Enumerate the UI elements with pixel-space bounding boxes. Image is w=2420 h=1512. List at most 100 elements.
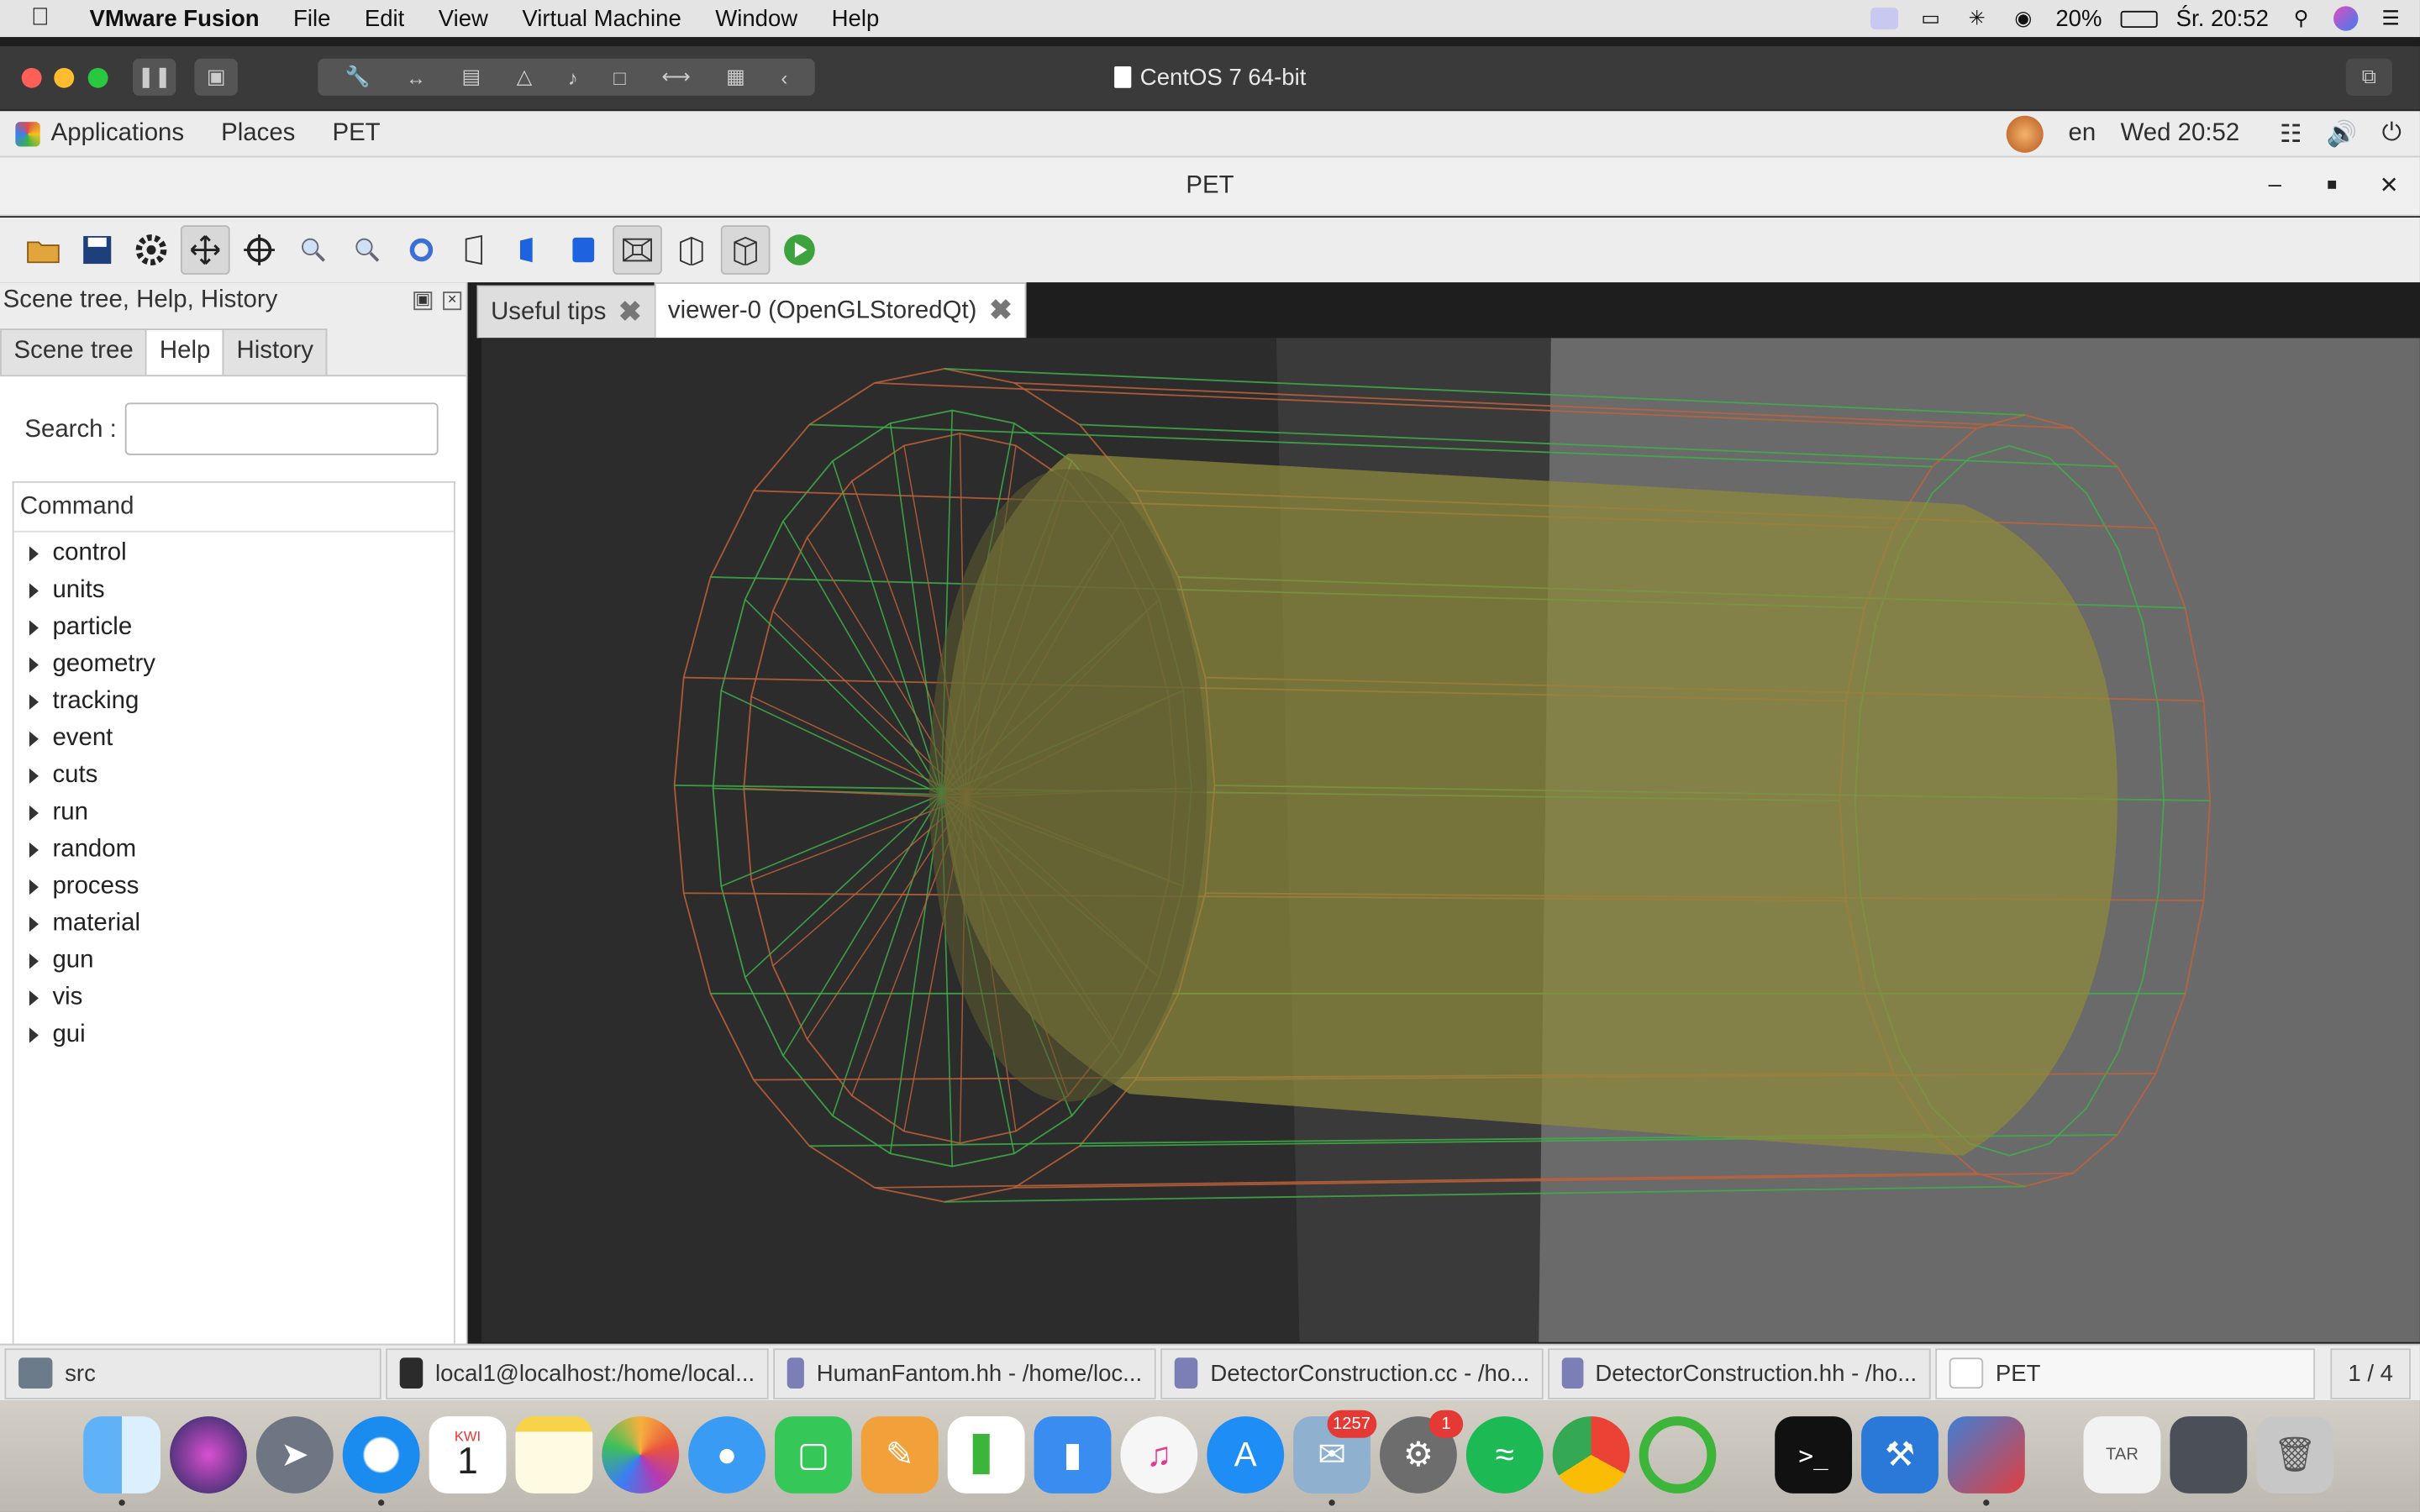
- task-detectorconstruction-hh[interactable]: DetectorConstruction.hh - /ho...: [1548, 1347, 1931, 1399]
- network-status-icon[interactable]: ☷: [2280, 118, 2302, 150]
- chrome-icon[interactable]: [1552, 1416, 1630, 1494]
- opengl-viewer[interactable]: [481, 338, 2420, 1342]
- tree-item-cuts[interactable]: cuts: [14, 758, 454, 795]
- float-icon[interactable]: ▣: [413, 291, 433, 311]
- tab-scene-tree[interactable]: Scene tree: [0, 328, 148, 375]
- apple-icon[interactable]: : [31, 5, 65, 33]
- system-preferences-icon[interactable]: ⚙ 1: [1380, 1410, 1464, 1494]
- finder-icon[interactable]: [83, 1416, 161, 1506]
- trash-icon[interactable]: 🗑: [2256, 1416, 2334, 1494]
- settings-gear-icon[interactable]: [127, 225, 176, 275]
- expand-arrow-icon[interactable]: [29, 620, 39, 636]
- expand-arrow-icon[interactable]: [29, 583, 39, 599]
- tab-viewer-0[interactable]: viewer-0 (OpenGLStoredQt) ✖: [654, 282, 1027, 339]
- loader-app-icon[interactable]: [1639, 1416, 1717, 1494]
- zoom-out-icon[interactable]: [288, 225, 338, 275]
- expand-arrow-icon[interactable]: [29, 805, 39, 822]
- vmware-status-icon[interactable]: [1870, 8, 1898, 29]
- minimize-icon[interactable]: ‒: [2260, 171, 2291, 197]
- task-pet[interactable]: PET: [1935, 1347, 2316, 1399]
- save-icon[interactable]: [72, 225, 122, 275]
- tab-history[interactable]: History: [223, 328, 328, 375]
- maximize-icon[interactable]: ■: [2317, 176, 2348, 194]
- ortho-icon[interactable]: [666, 225, 716, 275]
- app-menu[interactable]: VMware Fusion: [65, 5, 276, 31]
- notification-center-icon[interactable]: ☰: [2377, 7, 2405, 29]
- expand-arrow-icon[interactable]: [29, 879, 39, 895]
- itunes-icon[interactable]: ♫: [1120, 1416, 1198, 1494]
- expand-arrow-icon[interactable]: [29, 1027, 39, 1043]
- rotate-icon[interactable]: [397, 225, 446, 275]
- tab-useful-tips[interactable]: Useful tips ✖: [476, 285, 656, 339]
- expand-arrow-icon[interactable]: [29, 768, 39, 785]
- tree-item-process[interactable]: process: [14, 869, 454, 906]
- expand-arrow-icon[interactable]: [29, 953, 39, 969]
- mail-icon[interactable]: ✉ 1257: [1293, 1410, 1377, 1506]
- command-column-header[interactable]: Command: [13, 482, 454, 533]
- zoom-in-icon[interactable]: [343, 225, 392, 275]
- battery-percent[interactable]: 20%: [2055, 5, 2102, 31]
- volume-icon[interactable]: 🔊: [2327, 118, 2358, 150]
- tree-item-random[interactable]: random: [14, 832, 454, 869]
- close-tab-icon[interactable]: ✖: [989, 295, 1013, 328]
- tree-item-event[interactable]: event: [14, 721, 454, 758]
- search-input[interactable]: [124, 402, 439, 455]
- archive-file-icon[interactable]: TAR: [2083, 1416, 2161, 1494]
- menu-applications[interactable]: Applications: [40, 119, 203, 147]
- menu-view[interactable]: View: [422, 5, 506, 31]
- safari-icon[interactable]: [342, 1416, 420, 1506]
- expand-arrow-icon[interactable]: [29, 916, 39, 932]
- language-indicator[interactable]: en: [2069, 120, 2096, 148]
- photos-icon[interactable]: [602, 1416, 680, 1494]
- perspective-icon[interactable]: [613, 225, 662, 275]
- task-detectorconstruction-cc[interactable]: DetectorConstruction.cc - /ho...: [1160, 1347, 1544, 1399]
- tree-item-gui[interactable]: gui: [14, 1016, 454, 1053]
- user-avatar-icon[interactable]: [2007, 115, 2044, 153]
- power-icon[interactable]: ⏻: [2382, 120, 2402, 148]
- screenshot-stack-icon[interactable]: [2170, 1416, 2248, 1494]
- calendar-icon[interactable]: KWI 1: [429, 1416, 507, 1494]
- expand-arrow-icon[interactable]: [29, 657, 39, 673]
- tab-help[interactable]: Help: [145, 328, 224, 377]
- spotify-icon[interactable]: ≈: [1465, 1416, 1544, 1494]
- siri-icon[interactable]: [170, 1416, 247, 1494]
- menu-file[interactable]: File: [276, 5, 348, 31]
- move-tool-icon[interactable]: [180, 225, 230, 275]
- launchpad-icon[interactable]: ➤: [255, 1416, 334, 1494]
- tree-item-particle[interactable]: particle: [14, 609, 454, 646]
- numbers-icon[interactable]: ▋: [947, 1416, 1025, 1494]
- menu-places[interactable]: Places: [203, 119, 313, 147]
- menubar-clock[interactable]: Śr. 20:52: [2176, 5, 2269, 31]
- hidden-line-view-icon[interactable]: [505, 225, 555, 275]
- pages-icon[interactable]: ✎: [860, 1416, 939, 1494]
- expand-arrow-icon[interactable]: [29, 731, 39, 747]
- tree-item-vis[interactable]: vis: [14, 979, 454, 1016]
- messages-icon[interactable]: ●: [688, 1416, 766, 1494]
- expand-arrow-icon[interactable]: [29, 990, 39, 1006]
- facetime-icon[interactable]: ▢: [775, 1416, 852, 1494]
- workspace-pager[interactable]: 1 / 4: [2330, 1348, 2411, 1399]
- expand-arrow-icon[interactable]: [29, 546, 39, 562]
- close-tab-icon[interactable]: ✖: [618, 297, 642, 329]
- airplay-icon[interactable]: ▭: [1917, 7, 1944, 29]
- siri-icon[interactable]: [2333, 6, 2359, 31]
- app-store-icon[interactable]: A: [1207, 1416, 1285, 1494]
- menu-virtual-machine[interactable]: Virtual Machine: [505, 5, 698, 31]
- spotlight-search-icon[interactable]: ⚲: [2287, 7, 2315, 29]
- bluetooth-icon[interactable]: ✳: [1963, 7, 1991, 29]
- tree-item-units[interactable]: units: [14, 572, 454, 609]
- pick-target-icon[interactable]: [234, 225, 284, 275]
- tree-item-control[interactable]: control: [14, 535, 454, 572]
- menu-window[interactable]: Window: [698, 5, 814, 31]
- vmware-fusion-icon[interactable]: [1947, 1416, 2025, 1506]
- wireframe-view-icon[interactable]: [450, 225, 500, 275]
- tree-item-geometry[interactable]: geometry: [14, 647, 454, 684]
- close-dock-icon[interactable]: ×: [443, 291, 462, 311]
- expand-arrow-icon[interactable]: [29, 694, 39, 710]
- terminal-icon[interactable]: >_: [1775, 1416, 1853, 1494]
- gnome-clock[interactable]: Wed 20:52: [2121, 120, 2240, 148]
- keynote-icon[interactable]: ▮: [1034, 1416, 1112, 1494]
- tree-item-gun[interactable]: gun: [14, 942, 454, 979]
- battery-icon[interactable]: [2120, 9, 2158, 28]
- projection-icon[interactable]: [720, 225, 771, 275]
